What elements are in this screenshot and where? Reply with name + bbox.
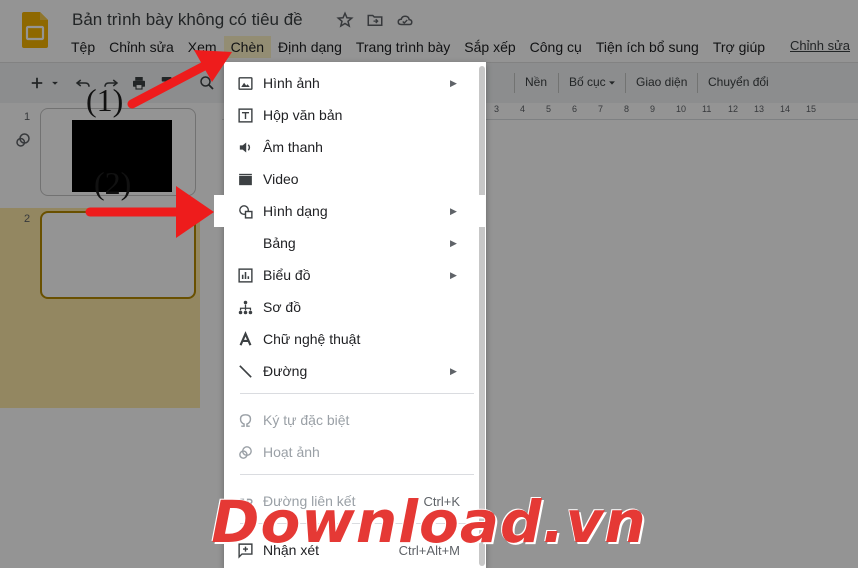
- step-2-label: (2): [94, 165, 132, 201]
- submenu-arrow-icon: ▶: [450, 205, 457, 216]
- menu-item-shape[interactable]: Hình dạng ▶: [214, 195, 486, 227]
- menu-item-label: Hình dạng: [263, 203, 328, 219]
- download-vn-watermark: Download.vn: [211, 488, 647, 556]
- step-1-label: (1): [86, 82, 124, 118]
- arrow-step-1: [127, 50, 232, 109]
- annotation-arrows: [85, 50, 232, 238]
- shape-icon: [236, 202, 254, 220]
